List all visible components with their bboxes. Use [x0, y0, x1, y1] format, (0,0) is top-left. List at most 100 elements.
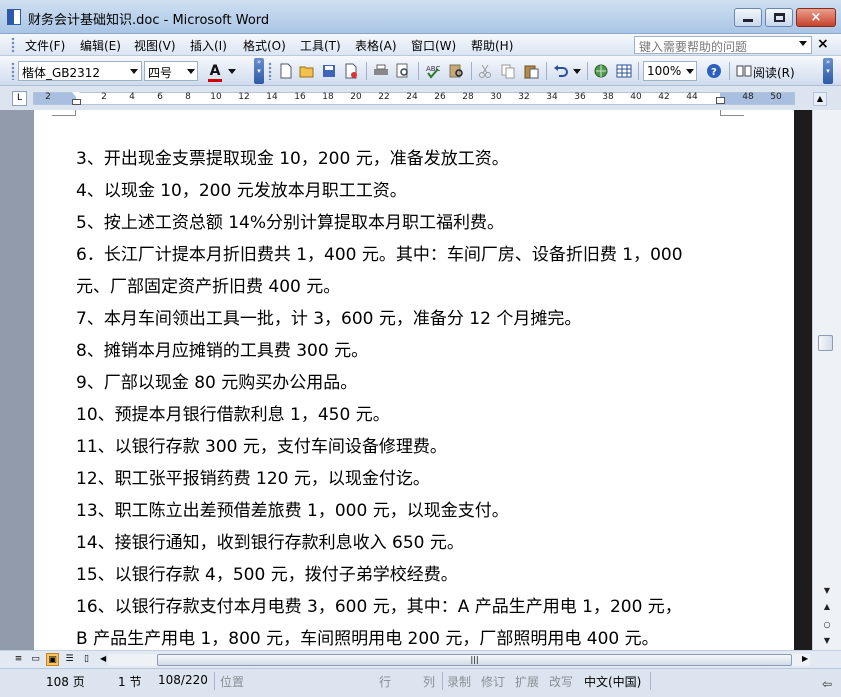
ruler-label: 16 [294, 92, 306, 102]
chevron-down-icon[interactable] [799, 41, 807, 46]
vertical-scroll-thumb[interactable] [818, 335, 833, 351]
ruler-label: 30 [490, 92, 502, 102]
chevron-down-icon[interactable] [228, 69, 236, 74]
chevron-down-icon[interactable] [187, 69, 195, 74]
ruler-label: 38 [602, 92, 614, 102]
scroll-left-icon[interactable]: ◀ [100, 654, 106, 663]
read-icon[interactable] [735, 62, 753, 80]
status-overtype-button[interactable]: 改写 [549, 673, 573, 690]
web-layout-view-icon[interactable]: ▭ [29, 653, 42, 666]
outline-view-icon[interactable]: ☰ [63, 653, 76, 666]
menu-file[interactable]: 文件(F) [25, 37, 65, 54]
paragraph-line: 10、预提本月银行借款利息 1，450 元。 [76, 405, 390, 425]
browse-object-icon[interactable]: ○ [818, 618, 836, 632]
undo-icon[interactable] [552, 62, 570, 80]
scroll-right-icon[interactable]: ▶ [802, 654, 808, 663]
toolbar-options-icon[interactable]: » ▾ [823, 58, 833, 84]
ruler-left-margin [34, 93, 76, 104]
print-icon[interactable] [372, 62, 390, 80]
spelling-icon[interactable]: ABC [424, 62, 442, 80]
table-icon[interactable] [615, 62, 633, 80]
scroll-down-icon[interactable]: ▼ [818, 584, 836, 598]
menu-format[interactable]: 格式(O) [243, 37, 286, 54]
menu-insert[interactable]: 插入(I) [190, 37, 227, 54]
toolbar-separator [418, 62, 419, 80]
menubar-grip[interactable] [11, 37, 15, 53]
close-button[interactable]: × [796, 8, 836, 27]
restore-button[interactable] [765, 8, 793, 27]
horizontal-scroll-thumb[interactable]: ||| [157, 654, 792, 666]
horizontal-ruler[interactable]: 2 2 4 6 8 10 12 14 16 18 20 22 24 26 28 … [33, 92, 795, 105]
toolbar-options-icon[interactable]: » ▾ [254, 58, 264, 84]
font-name-select[interactable]: 楷体_GB2312 [18, 61, 142, 81]
chevron-down-icon[interactable] [686, 69, 694, 74]
copy-icon[interactable] [499, 62, 517, 80]
help-question-input[interactable]: 键入需要帮助的问题 [634, 36, 812, 54]
cut-icon[interactable] [476, 62, 494, 80]
normal-view-icon[interactable]: ≡ [12, 653, 25, 666]
right-indent-marker[interactable] [716, 97, 725, 104]
menu-tools[interactable]: 工具(T) [300, 37, 341, 54]
page-corner-mark [720, 110, 744, 116]
close-document-button[interactable]: × [817, 36, 829, 52]
font-color-icon: A [207, 63, 223, 82]
ruler-label: 44 [686, 92, 698, 102]
toolbar-separator [729, 62, 730, 80]
document-page[interactable]: 3、开出现金支票提取现金 10，200 元，准备发放工资。 4、以现金 10，2… [34, 110, 794, 650]
scroll-up-icon[interactable]: ▲ [813, 92, 827, 106]
toolbar-grip[interactable] [268, 62, 272, 80]
ruler-label: 24 [406, 92, 418, 102]
menu-table[interactable]: 表格(A) [355, 37, 397, 54]
open-icon[interactable] [298, 62, 316, 80]
status-extend-button[interactable]: 扩展 [515, 673, 539, 690]
ruler-label: 42 [658, 92, 670, 102]
paragraph-line: 元、厂部固定资产折旧费 400 元。 [76, 277, 341, 297]
toolbar-separator [546, 62, 547, 80]
ruler-label: 22 [378, 92, 390, 102]
menu-edit[interactable]: 编辑(E) [80, 37, 121, 54]
document-area: 3、开出现金支票提取现金 10，200 元，准备发放工资。 4、以现金 10，2… [0, 110, 812, 650]
ruler-label: 48 [742, 92, 754, 102]
chevron-down-icon[interactable] [573, 69, 581, 74]
print-preview-icon[interactable] [394, 62, 412, 80]
menu-view[interactable]: 视图(V) [134, 37, 176, 54]
read-mode-button[interactable]: 阅读(R) [753, 64, 795, 81]
help-icon[interactable]: ? [705, 62, 723, 80]
vertical-scrollbar[interactable]: ▼ ▲ ○ ▼ [812, 110, 841, 650]
font-color-button[interactable]: A [204, 62, 226, 82]
minimize-icon [743, 19, 753, 22]
window-title: 财务会计基础知识.doc - Microsoft Word [28, 13, 270, 28]
paste-icon[interactable] [522, 62, 540, 80]
word-document-icon[interactable] [7, 9, 21, 25]
page-shadow [794, 110, 812, 650]
left-indent-marker[interactable] [72, 99, 81, 105]
paragraph-line: 15、以银行存款 4，500 元，拨付子弟学校经费。 [76, 565, 458, 585]
chevron-down-icon[interactable] [130, 69, 138, 74]
ruler-label: 32 [518, 92, 530, 102]
previous-page-icon[interactable]: ▲ [818, 600, 836, 614]
ruler-label: 2 [45, 92, 51, 102]
paragraph-line: 7、本月车间领出工具一批，计 3，600 元，准备分 12 个月摊完。 [76, 309, 582, 329]
ruler-label: 18 [322, 92, 334, 102]
status-track-changes-button[interactable]: 修订 [481, 673, 505, 690]
hyperlink-icon[interactable] [592, 62, 610, 80]
tab-selector-button[interactable]: L [12, 91, 27, 106]
reading-layout-view-icon[interactable]: ▯ [80, 653, 93, 666]
toolbar-grip[interactable] [11, 62, 15, 80]
resize-grip-icon[interactable]: ⇦ [822, 677, 832, 691]
minimize-button[interactable] [734, 8, 762, 27]
new-icon[interactable] [277, 62, 295, 80]
first-line-indent-marker[interactable] [72, 92, 80, 97]
status-record-button[interactable]: 录制 [447, 673, 471, 690]
close-icon: × [810, 10, 822, 25]
menu-help[interactable]: 帮助(H) [471, 37, 513, 54]
paragraph-line: 16、以银行存款支付本月电费 3，600 元，其中：A 产品生产用电 1，200… [76, 597, 682, 617]
print-layout-view-icon[interactable]: ▣ [46, 653, 59, 666]
toolbar-separator [471, 62, 472, 80]
ruler-label: 26 [434, 92, 446, 102]
next-page-icon[interactable]: ▼ [818, 634, 836, 648]
permission-icon[interactable] [342, 62, 360, 80]
save-icon[interactable] [320, 62, 338, 80]
menu-window[interactable]: 窗口(W) [411, 37, 456, 54]
research-icon[interactable] [447, 62, 465, 80]
